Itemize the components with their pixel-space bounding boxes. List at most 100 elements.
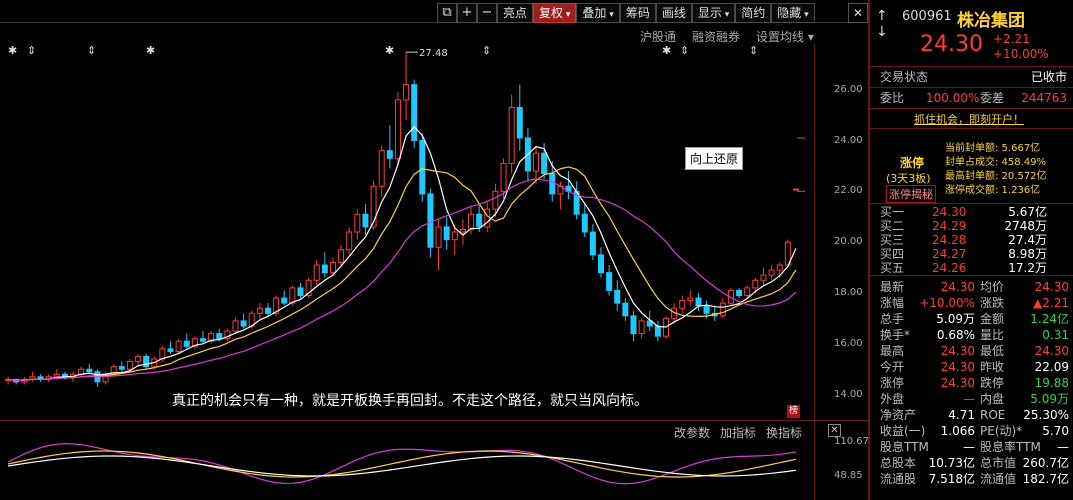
copy-icon[interactable]: ⧉ (437, 3, 457, 23)
plus-icon[interactable]: + (457, 3, 477, 23)
caption-text: 真正的机会只有一种，就是开板换手再回封。不走这个路径，就只当风向标。 (172, 393, 648, 409)
arrow-up-icon[interactable]: ↑ (876, 8, 888, 24)
change-params-button[interactable]: 改参数 (674, 424, 710, 441)
stat-value: 24.30 (940, 280, 975, 294)
last-price: 24.30 (920, 32, 983, 57)
toolbar-button-0[interactable]: 亮点 (497, 3, 534, 23)
toolbar-button-1[interactable]: 复权 (533, 3, 577, 23)
toolbar-button-5[interactable]: 显示 (691, 3, 736, 23)
bid-volume: 5.67亿 (1008, 205, 1047, 219)
candle (240, 320, 247, 327)
stat-row: 外盘 — 内盘 5.09万 (880, 391, 1073, 407)
bid-price: 24.28 (932, 233, 967, 247)
stat-value: 5.09万 (936, 312, 975, 326)
candle (459, 228, 466, 233)
candle (264, 307, 271, 314)
candle (53, 373, 60, 378)
stat-value: 7.518亿 (928, 472, 975, 486)
stat-label: 流通值 (980, 472, 1017, 486)
stat-value: 0.68% (936, 328, 975, 342)
switch-indicator-button[interactable]: 换指标 (766, 424, 802, 441)
bid-row[interactable]: 买五 24.26 17.2万 (880, 261, 1073, 275)
arrow-down-icon[interactable]: ↓ (876, 24, 888, 40)
limit-up-details: 当前封单额: 5.667亿 封单占成交: 458.49% 最高封单额: 20.572… (945, 142, 1047, 198)
ma5-line (7, 125, 797, 382)
candle (411, 84, 418, 142)
stock-name: 株冶集团 (957, 11, 1025, 31)
peak-price-label: 27.48 (419, 48, 448, 59)
stat-label: 内盘 (980, 392, 1005, 406)
kline-chart-area[interactable]: ⧉+−亮点复权叠加筹码画线显示简约隐藏 ✕ 沪股通 融资融券 设置均线 ▾ ✱ … (0, 0, 869, 500)
toolbar-button-7[interactable]: 隐藏 (771, 3, 815, 23)
stat-value: 19.88 (1034, 376, 1069, 390)
sub-toolbar: 沪股通 融资融券 设置均线 ▾ (640, 28, 814, 45)
stock-code: 600961 (902, 9, 952, 24)
open-account-link[interactable]: 抓住机会，即刻开户！ (914, 111, 1024, 127)
limit-up-reveal-button[interactable]: 涨停揭秘 (886, 185, 936, 203)
stat-value: 10.73亿 (928, 456, 975, 470)
margin-trading-link[interactable]: 融资融券 (692, 28, 740, 45)
stat-row: 换手* 0.68% 量比 0.31 (880, 327, 1073, 343)
candle (638, 320, 645, 335)
stat-value: 22.09 (1034, 360, 1069, 374)
bid-volume: 2748万 (1004, 219, 1047, 233)
stat-value: — (963, 440, 975, 454)
stat-label: 今开 (880, 360, 905, 374)
candle (216, 333, 223, 340)
stat-label: 外盘 (880, 392, 905, 406)
bid-label: 买三 (880, 233, 905, 247)
candle (354, 213, 361, 233)
stat-row: 最新 24.30 均价 24.30 (880, 279, 1073, 295)
limit-up-detail-line: 封单占成交: 458.49% (945, 157, 1047, 168)
candle (443, 226, 450, 241)
stat-value: 5.70 (1042, 424, 1069, 438)
stat-value: 24.30 (1034, 344, 1069, 358)
candle (508, 107, 515, 164)
candle (200, 338, 206, 342)
price-axis-label: 20.00 (834, 236, 863, 248)
bid-row[interactable]: 买三 24.28 27.4万 (880, 233, 1073, 247)
stat-row: 涨幅 +10.00% 涨跌 ▲2.21 (880, 295, 1073, 311)
stat-value: 25.30% (1023, 408, 1069, 422)
candle (768, 269, 775, 276)
bid-volume: 27.4万 (1008, 233, 1047, 247)
stat-value: — (1057, 440, 1069, 454)
trade-status-label: 交易状态 (880, 70, 929, 84)
candle (143, 355, 150, 368)
order-ratio-label: 委比 (880, 91, 905, 105)
price-axis-label: 16.00 (834, 337, 863, 349)
trade-status-value: 已收市 (1030, 70, 1067, 84)
candle (695, 297, 702, 307)
candlestick-chart[interactable]: 27.48 (0, 44, 814, 420)
toolbar-button-6[interactable]: 简约 (735, 3, 772, 23)
candle (403, 84, 410, 101)
price-axis-label: 26.00 (834, 83, 863, 95)
toolbar-button-4[interactable]: 画线 (655, 3, 692, 23)
stat-label: 总股本 (880, 456, 917, 470)
hk-connect-link[interactable]: 沪股通 (640, 28, 676, 45)
toolbar-button-2[interactable]: 叠加 (576, 3, 620, 23)
bid-row[interactable]: 买一 24.30 5.67亿 (880, 205, 1073, 219)
stat-label: 总市值 (980, 456, 1017, 470)
stat-label: 最高 (880, 344, 905, 358)
minus-icon[interactable]: − (477, 3, 497, 23)
candle (703, 305, 710, 314)
ranking-badge-icon[interactable]: 榜 (787, 405, 800, 418)
bid-row[interactable]: 买二 24.29 2748万 (880, 219, 1073, 233)
close-icon[interactable]: ✕ (848, 3, 868, 23)
price-axis-divider (814, 44, 815, 500)
candle (606, 272, 613, 291)
stat-label: PE(动)* (980, 424, 1023, 438)
candle (378, 150, 385, 187)
candle (346, 231, 353, 251)
add-indicator-button[interactable]: 加指标 (720, 424, 756, 441)
bid-volume: 8.98万 (1008, 247, 1047, 261)
close-indicator-icon[interactable]: ✕ (828, 424, 841, 437)
toolbar-button-3[interactable]: 筹码 (619, 3, 656, 23)
stat-label: 涨幅 (880, 296, 905, 310)
bid-label: 买二 (880, 219, 905, 233)
ma-settings-dropdown[interactable]: 设置均线 ▾ (756, 28, 814, 45)
bid-row[interactable]: 买四 24.27 8.98万 (880, 247, 1073, 261)
divider (870, 203, 1073, 204)
candle (175, 340, 182, 352)
